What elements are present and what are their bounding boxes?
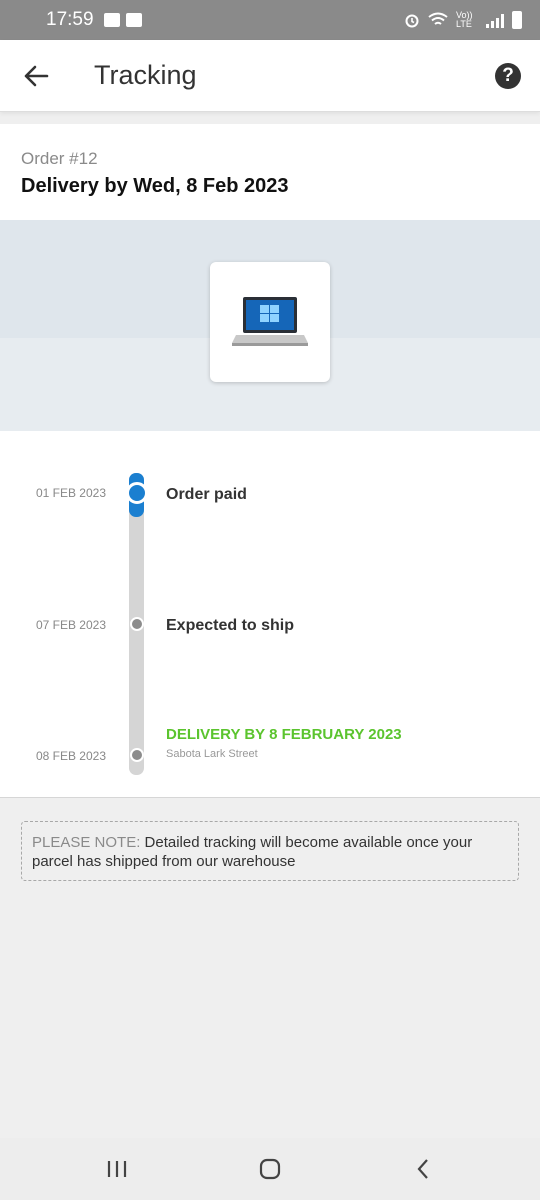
- recents-icon: [107, 1161, 126, 1177]
- step-date: 08 FEB 2023: [35, 749, 106, 763]
- back-button[interactable]: [0, 40, 72, 112]
- help-button[interactable]: ?: [495, 62, 521, 89]
- nav-back-icon: [417, 1159, 429, 1179]
- product-thumbnail[interactable]: [210, 262, 330, 382]
- delivery-date: Delivery by Wed, 8 Feb 2023: [21, 175, 289, 197]
- step-pending-dot: [130, 617, 144, 631]
- signal-icon: [486, 12, 504, 28]
- home-icon: [259, 1158, 281, 1180]
- nav-back-button[interactable]: [393, 1144, 453, 1194]
- network-type-label: Vo)) LTE: [456, 10, 473, 29]
- step-date: 07 FEB 2023: [35, 618, 106, 632]
- step-label: Expected to ship: [166, 617, 295, 634]
- product-banner: [0, 220, 540, 431]
- gallery-notification-icon: [103, 13, 120, 27]
- message-notification-icon: [125, 13, 142, 27]
- recents-button[interactable]: [87, 1144, 147, 1194]
- page-title: Tracking: [94, 60, 197, 90]
- note-label: PLEASE NOTE:: [32, 834, 141, 851]
- order-summary: Order #12 Delivery by Wed, 8 Feb 2023: [0, 124, 540, 220]
- tracking-note: PLEASE NOTE: Detailed tracking will beco…: [21, 821, 519, 881]
- step-date: 01 FEB 2023: [35, 486, 106, 500]
- battery-icon: [512, 11, 522, 29]
- delivery-step-label: DELIVERY BY 8 FEBRUARY 2023: [166, 726, 402, 743]
- status-time: 17:59: [46, 9, 94, 30]
- status-bar: 17:59 Vo)) LTE: [0, 0, 540, 40]
- tracking-timeline: 01 FEB 2023 Order paid 07 FEB 2023 Expec…: [0, 431, 540, 798]
- alarm-icon: [405, 14, 419, 28]
- app-bar: Tracking ?: [0, 40, 540, 112]
- home-button[interactable]: [240, 1144, 300, 1194]
- delivery-address: Sabota Lark Street: [166, 748, 258, 760]
- step-pending-dot: [130, 748, 144, 762]
- step-label: Order paid: [166, 486, 247, 503]
- order-number: Order #12: [21, 149, 98, 168]
- wifi-icon: [428, 12, 448, 25]
- system-nav-bar: [0, 1138, 540, 1200]
- help-circle-icon: ?: [502, 64, 514, 86]
- laptop-icon: [232, 297, 308, 346]
- arrow-left-icon: [24, 65, 49, 86]
- step-completed-dot: [126, 482, 148, 504]
